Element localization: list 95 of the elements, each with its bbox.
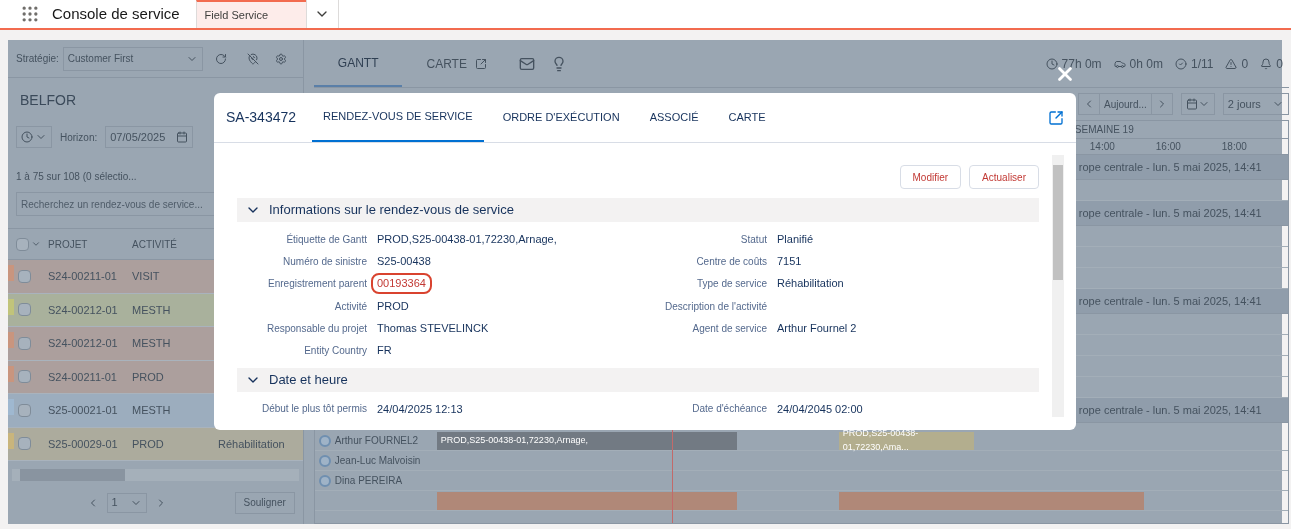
check-circle-icon (1174, 57, 1187, 70)
field-value[interactable]: S25-00438 (377, 253, 431, 270)
today-label: Aujourd... (1099, 94, 1152, 114)
stat-value: 1/11 (1190, 55, 1214, 73)
field-value[interactable]: Thomas STEVELINCK (377, 320, 489, 337)
field-label: Agent de service (691, 321, 768, 336)
table-cell-text: PROD (132, 369, 165, 385)
field-value[interactable]: PROD,S25-00438-01,72230,Arnage, (377, 230, 557, 248)
resource-avatar-icon (318, 474, 331, 487)
gantt-bar[interactable] (436, 491, 737, 510)
field-label: Type de service (695, 277, 768, 292)
record-title: SA-343472 (226, 108, 297, 127)
action-button[interactable]: Actualiser (969, 165, 1039, 189)
warning-icon (1225, 57, 1238, 70)
section-header[interactable]: Informations sur le rendez-vous de service (237, 198, 1039, 222)
calendar-select[interactable] (1180, 93, 1215, 115)
bell-icon (1260, 57, 1273, 70)
table-cell-text: S24-00212-01 (48, 302, 119, 318)
territory-title: BELFOR (20, 91, 76, 110)
field-label: Étiquette de Gantt (285, 232, 368, 247)
app-title: Console de service (52, 3, 180, 24)
map-off-icon[interactable] (246, 52, 259, 65)
settings-icon[interactable] (274, 52, 287, 65)
refresh-icon[interactable] (214, 52, 227, 65)
record-tab[interactable]: ASSOCIÉ (638, 93, 710, 142)
field-value[interactable]: Planifié (777, 230, 814, 248)
field-value[interactable]: Réhabilitation (777, 275, 844, 292)
calendar-icon (1185, 98, 1198, 110)
hour-label: 14:00 (1089, 140, 1116, 154)
checkbox[interactable] (18, 403, 31, 417)
record-tab[interactable]: RENDEZ-VOUS DE SERVICE (312, 93, 484, 142)
checkbox[interactable] (18, 370, 31, 384)
field-value[interactable]: PROD (377, 297, 409, 315)
table-cell-text: PROD (132, 436, 165, 452)
table-cell-text: MESTH (132, 403, 172, 418)
table-cell-text: MESTH (132, 302, 172, 318)
stat-value: 77h 0m (1061, 55, 1102, 73)
vertical-scrollbar[interactable] (1052, 155, 1064, 417)
external-link-icon[interactable] (1048, 109, 1064, 126)
stat-value: 0h 0m (1129, 55, 1163, 73)
table-cell-text: S24-00212-01 (48, 336, 119, 351)
field-label: Numéro de sinistre (282, 254, 368, 269)
app-launcher-icon[interactable] (20, 4, 40, 24)
view-tab[interactable]: GANTT (313, 40, 403, 87)
field-label: Enregistrement parent (267, 277, 368, 292)
clock-icon (21, 131, 33, 143)
field-value[interactable]: FR (377, 342, 392, 359)
checkbox[interactable] (18, 269, 31, 283)
stat-value: 0 (1241, 55, 1249, 73)
field-label: Entity Country (303, 344, 368, 359)
gantt-bar[interactable] (838, 491, 1144, 510)
table-cell-text: S24-00211-01 (48, 269, 118, 284)
field-label: Date d'échéance (691, 402, 768, 417)
checkbox[interactable] (16, 237, 29, 251)
hour-label: 18:00 (1221, 140, 1248, 154)
field-value[interactable]: 7151 (777, 253, 802, 270)
field-value[interactable]: 24/04/2045 02:00 (777, 400, 863, 418)
checkbox[interactable] (18, 336, 31, 350)
checkbox[interactable] (18, 437, 31, 451)
record-tab[interactable]: ORDRE D'EXÉCUTION (491, 93, 631, 142)
field-label: Responsable du projet (265, 321, 368, 336)
field-label: Centre de coûts (695, 254, 768, 269)
table-cell-text: MESTH (132, 336, 172, 351)
mail-icon[interactable] (518, 55, 535, 72)
field-value[interactable]: Arthur Fournel 2 (777, 320, 857, 337)
strategy-label: Stratégie: (16, 52, 59, 66)
calendar-icon (176, 131, 189, 143)
table-cell-text: Réhabilitation (218, 436, 285, 452)
table-cell-text: S25-00029-01 (48, 436, 119, 452)
week-label: SEMAINE 19 (1074, 123, 1134, 137)
field-label: Activité (333, 299, 368, 314)
field-value[interactable]: 00193364 (371, 273, 432, 294)
gantt-bar[interactable]: PROD,S25-00438-01,72230,Arnage, (436, 431, 737, 450)
table-cell-text: S24-00211-01 (48, 369, 118, 385)
horizon-label: Horizon: (60, 130, 98, 145)
table-cell-text: VISIT (132, 269, 161, 284)
workspace-tab[interactable]: Field Service (195, 0, 306, 28)
record-tab[interactable]: CARTE (717, 93, 777, 142)
field-label: Statut (739, 232, 768, 247)
section-header[interactable]: Date et heure (237, 367, 1039, 392)
checkbox[interactable] (18, 303, 31, 317)
caret-icon (31, 239, 41, 249)
horizontal-scrollbar[interactable] (12, 469, 299, 481)
section-title: Date et heure (269, 371, 348, 390)
result-count: 1 à 75 sur 108 (0 sélectio... (16, 170, 137, 184)
hour-label: 16:00 (1155, 140, 1182, 154)
resource-avatar-icon (318, 454, 331, 467)
field-value[interactable]: 24/04/2025 12:13 (377, 400, 463, 418)
table-cell-text: S25-00021-01 (48, 403, 119, 418)
time-select[interactable] (16, 126, 52, 148)
resource-avatar-icon (318, 434, 331, 447)
clock-icon (1045, 57, 1058, 70)
action-button[interactable]: Modifier (899, 165, 962, 189)
field-label: Description de l'activité (664, 299, 768, 314)
external-link-icon (474, 57, 487, 70)
